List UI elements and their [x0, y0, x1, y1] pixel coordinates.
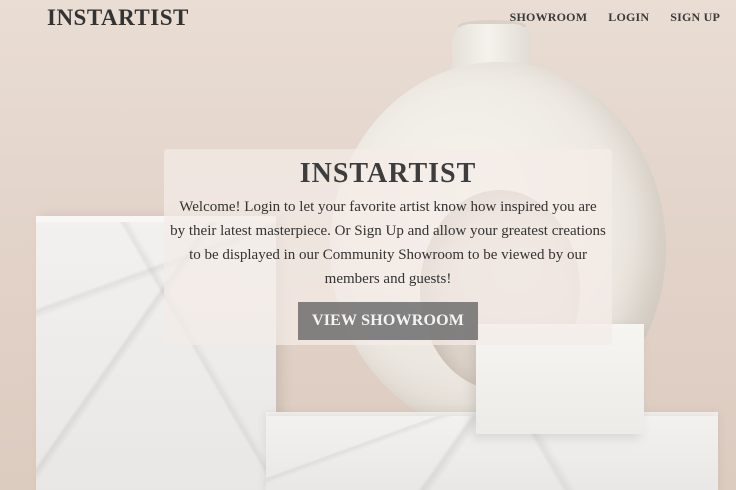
- hero-panel: INSTARTIST Welcome! Login to let your fa…: [164, 149, 612, 345]
- hero-title: INSTARTIST: [299, 158, 477, 189]
- nav-link-signup[interactable]: SIGN UP: [670, 10, 720, 25]
- top-nav: INSTARTIST SHOWROOM LOGIN SIGN UP: [0, 0, 736, 36]
- hero-welcome-text: Welcome! Login to let your favorite arti…: [170, 199, 606, 287]
- brand-logo[interactable]: INSTARTIST: [47, 5, 189, 31]
- nav-links: SHOWROOM LOGIN SIGN UP: [510, 10, 720, 25]
- nav-link-login[interactable]: LOGIN: [608, 10, 649, 25]
- nav-link-showroom[interactable]: SHOWROOM: [510, 10, 588, 25]
- view-showroom-button[interactable]: VIEW SHOWROOM: [297, 302, 479, 340]
